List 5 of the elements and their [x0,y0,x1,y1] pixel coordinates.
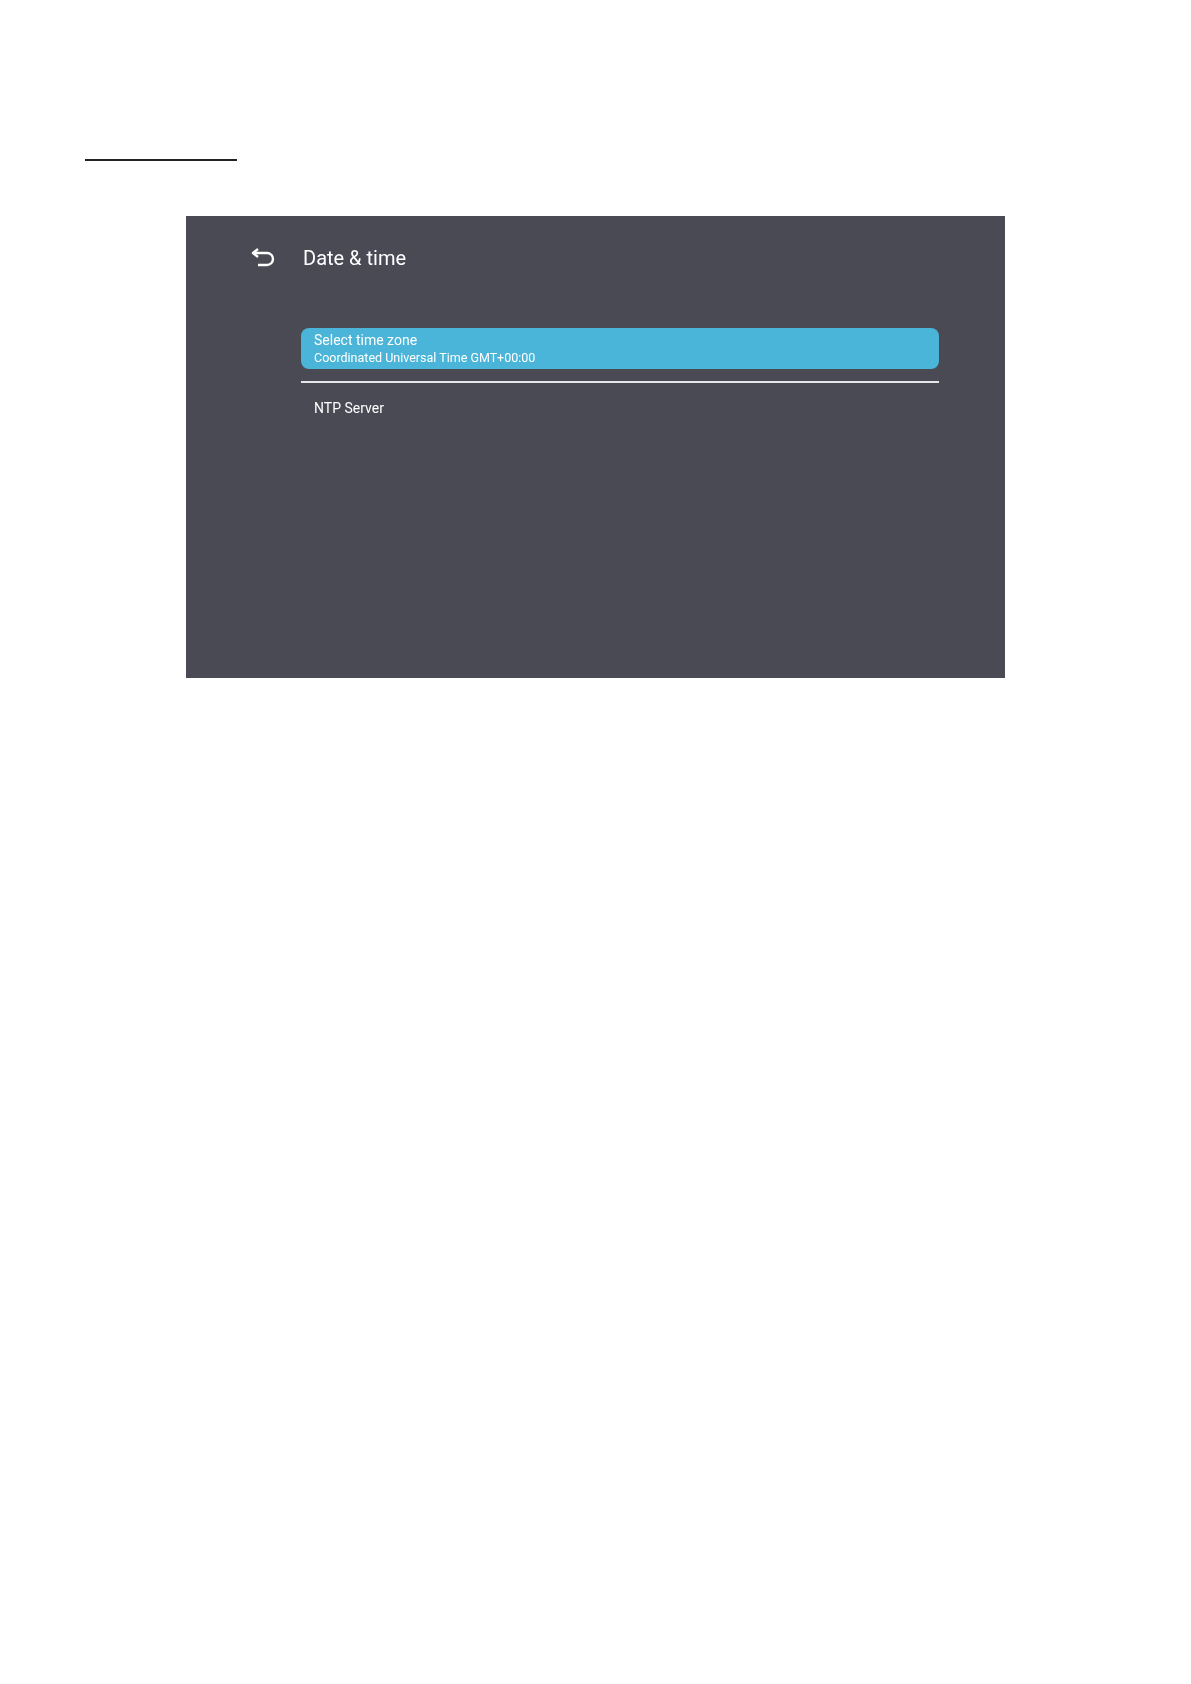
menu-item[interactable]: NTP Server [301,389,939,427]
screen-title: Date & time [303,246,407,270]
item-label: NTP Server [314,399,385,417]
item-value: Coordinated Universal Time GMT+00:00 [314,349,537,366]
item-label: Select time zone [314,331,419,349]
